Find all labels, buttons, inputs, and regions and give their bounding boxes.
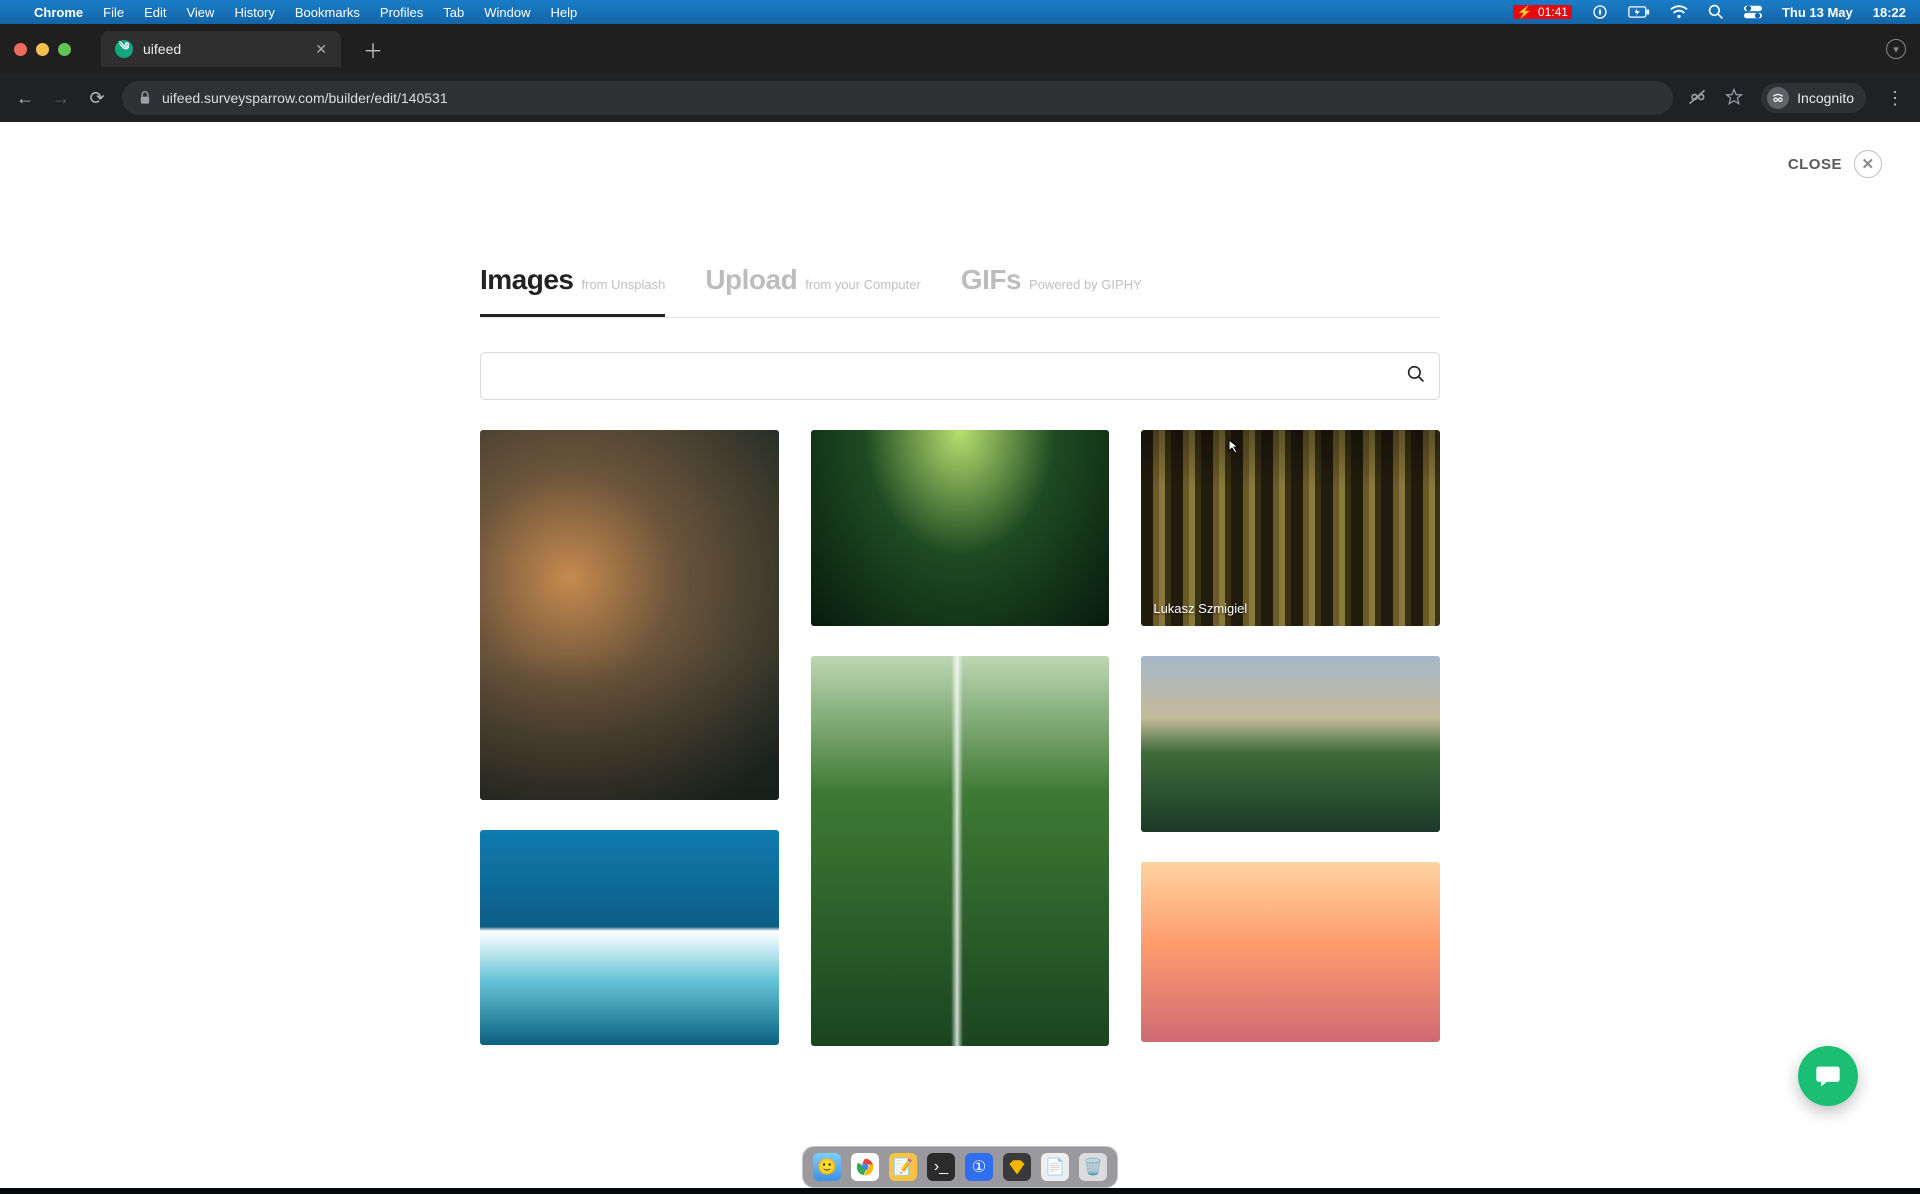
image-result[interactable] [811, 430, 1110, 626]
reload-button[interactable]: ⟳ [86, 88, 108, 109]
menubar-item-history[interactable]: History [234, 5, 274, 20]
spotlight-icon[interactable] [1708, 4, 1724, 20]
no-tracking-icon[interactable] [1687, 87, 1707, 110]
close-label: CLOSE [1788, 156, 1842, 173]
image-result[interactable] [811, 656, 1110, 1046]
bookmark-star-icon[interactable] [1725, 88, 1743, 109]
tab-gifs-sub: Powered by GIPHY [1029, 277, 1142, 292]
dock-app-terminal[interactable]: ›_ [927, 1153, 955, 1181]
browser-toolbar: ← → ⟳ uifeed.surveysparrow.com/builder/e… [0, 74, 1920, 122]
new-tab-button[interactable]: ＋ [363, 35, 383, 64]
tab-upload-sub: from your Computer [805, 277, 921, 292]
battery-status[interactable]: ⚡01:41 [1513, 5, 1572, 19]
power-icon[interactable] [1628, 5, 1650, 19]
tab-upload-label: Upload [705, 264, 797, 296]
menubar-item-window[interactable]: Window [484, 5, 530, 20]
tab-gifs[interactable]: GIFs Powered by GIPHY [961, 264, 1142, 317]
tabs-menu-button[interactable]: ▾ [1886, 39, 1906, 59]
tab-gifs-label: GIFs [961, 264, 1021, 296]
window-close-button[interactable] [14, 43, 27, 56]
image-result[interactable]: Lukasz Szmigiel [1141, 430, 1440, 626]
menubar-item-view[interactable]: View [186, 5, 214, 20]
status-icon[interactable] [1592, 4, 1608, 20]
browser-window: ༄ uifeed ✕ ＋ ▾ ← → ⟳ uifeed.surveysparro… [0, 24, 1920, 122]
menubar-item-file[interactable]: File [103, 5, 124, 20]
incognito-badge[interactable]: Incognito [1761, 83, 1866, 113]
tab-close-icon[interactable]: ✕ [315, 41, 327, 58]
image-result[interactable] [480, 430, 779, 800]
search-input[interactable] [495, 368, 1407, 385]
chat-icon [1814, 1062, 1842, 1090]
cursor-icon [1227, 438, 1243, 454]
control-center-icon[interactable] [1744, 5, 1762, 19]
window-controls [14, 43, 71, 56]
forward-button[interactable]: → [50, 88, 72, 109]
menubar-item-help[interactable]: Help [551, 5, 578, 20]
menubar-item-profiles[interactable]: Profiles [380, 5, 423, 20]
source-tabs: Images from Unsplash Upload from your Co… [480, 264, 1440, 318]
macos-dock: 🙂 📝 ›_ ① 📄 🗑️ [802, 1146, 1118, 1188]
tab-images-sub: from Unsplash [582, 277, 666, 292]
search-icon[interactable] [1407, 365, 1425, 388]
menubar-item-tab[interactable]: Tab [443, 5, 464, 20]
image-result[interactable] [480, 830, 779, 1045]
image-credit: Lukasz Szmigiel [1153, 601, 1247, 616]
incognito-label: Incognito [1797, 90, 1854, 106]
kebab-menu-icon[interactable]: ⋮ [1884, 88, 1906, 109]
dock-app-sketch[interactable] [1003, 1153, 1031, 1181]
browser-tabs-row: ༄ uifeed ✕ ＋ ▾ [0, 24, 1920, 74]
back-button[interactable]: ← [14, 88, 36, 109]
tab-upload[interactable]: Upload from your Computer [705, 264, 920, 317]
lock-icon [138, 91, 152, 105]
wifi-icon[interactable] [1670, 5, 1688, 19]
window-maximize-button[interactable] [58, 43, 71, 56]
tab-images[interactable]: Images from Unsplash [480, 264, 665, 317]
url-text: uifeed.surveysparrow.com/builder/edit/14… [162, 90, 448, 106]
macos-dock-area: 🙂 📝 ›_ ① 📄 🗑️ [0, 1124, 1920, 1194]
window-minimize-button[interactable] [36, 43, 49, 56]
dock-app-trash[interactable]: 🗑️ [1079, 1153, 1107, 1181]
image-gallery: Lukasz Szmigiel [480, 430, 1440, 1046]
dock-app-finder[interactable]: 🙂 [813, 1153, 841, 1181]
menubar-time[interactable]: 18:22 [1873, 5, 1906, 20]
dock-app-textedit[interactable]: 📄 [1041, 1153, 1069, 1181]
address-bar[interactable]: uifeed.surveysparrow.com/builder/edit/14… [122, 81, 1673, 115]
close-button[interactable]: CLOSE ✕ [1788, 150, 1882, 178]
menubar-date[interactable]: Thu 13 May [1782, 5, 1853, 20]
browser-tab[interactable]: ༄ uifeed ✕ [101, 31, 341, 67]
dock-app-onepassword[interactable]: ① [965, 1153, 993, 1181]
image-result[interactable] [1141, 862, 1440, 1042]
menubar-item-bookmarks[interactable]: Bookmarks [295, 5, 360, 20]
menubar-item-edit[interactable]: Edit [144, 5, 166, 20]
page-body: CLOSE ✕ Images from Unsplash Upload from… [0, 122, 1920, 1124]
dock-app-notes[interactable]: 📝 [889, 1153, 917, 1181]
incognito-icon [1767, 87, 1789, 109]
tab-images-label: Images [480, 264, 574, 296]
menubar-app-name[interactable]: Chrome [34, 5, 83, 20]
close-icon: ✕ [1854, 150, 1882, 178]
image-result[interactable] [1141, 656, 1440, 832]
tab-title: uifeed [143, 41, 181, 57]
chat-fab-button[interactable] [1798, 1046, 1858, 1106]
search-box[interactable] [480, 352, 1440, 400]
dock-app-chrome[interactable] [851, 1153, 879, 1181]
macos-menubar: Chrome File Edit View History Bookmarks … [0, 0, 1920, 24]
site-favicon-icon: ༄ [115, 40, 133, 58]
